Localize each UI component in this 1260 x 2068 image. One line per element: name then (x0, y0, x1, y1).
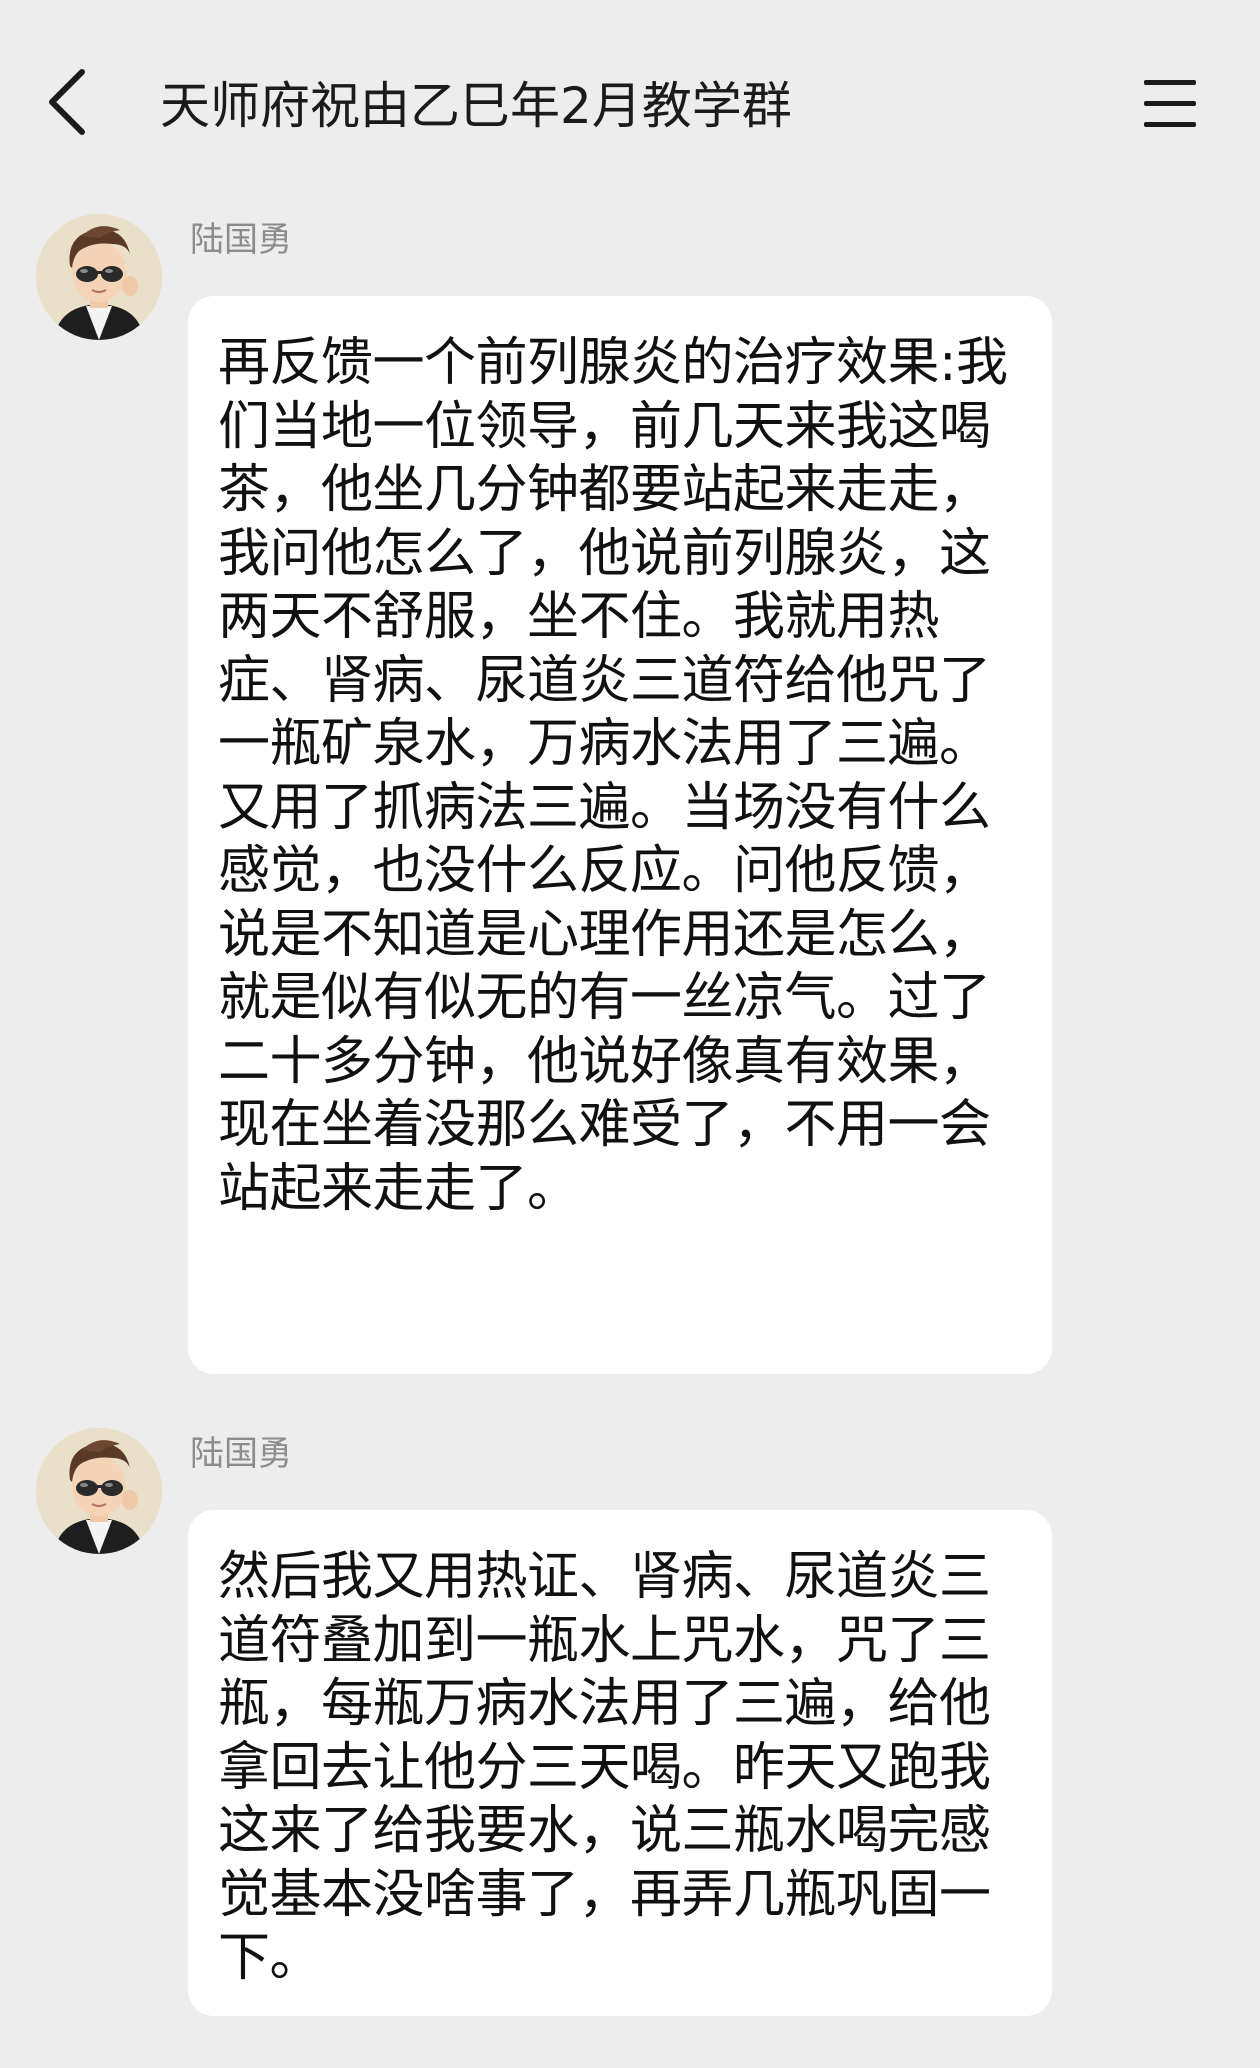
sender-name: 陆国勇 (190, 1434, 292, 1474)
avatar-boy-sunglasses (36, 214, 162, 340)
chat-header: 天师府祝由乙巳年2月教学群 (0, 0, 1260, 200)
sender-name: 陆国勇 (190, 220, 292, 260)
chevron-left-icon (49, 69, 85, 135)
menu-button[interactable] (1140, 74, 1200, 134)
message-bubble[interactable]: 然后我又用热证、肾病、尿道炎三道符叠加到一瓶水上咒水，咒了三瓶，每瓶万病水法用了… (188, 1510, 1052, 2016)
avatar[interactable] (36, 214, 162, 340)
message-text: 然后我又用热证、肾病、尿道炎三道符叠加到一瓶水上咒水，咒了三瓶，每瓶万病水法用了… (218, 1547, 991, 1988)
hamburger-menu-icon (1144, 80, 1196, 127)
message-bubble[interactable]: 再反馈一个前列腺炎的治疗效果:我们当地一位领导，前几天来我这喝茶，他坐几分钟都要… (188, 296, 1052, 1374)
avatar-boy-sunglasses (36, 1428, 162, 1554)
chat-title: 天师府祝由乙巳年2月教学群 (160, 77, 792, 135)
avatar[interactable] (36, 1428, 162, 1554)
back-button[interactable] (38, 62, 98, 142)
message-text: 再反馈一个前列腺炎的治疗效果:我们当地一位领导，前几天来我这喝茶，他坐几分钟都要… (218, 333, 1008, 1219)
